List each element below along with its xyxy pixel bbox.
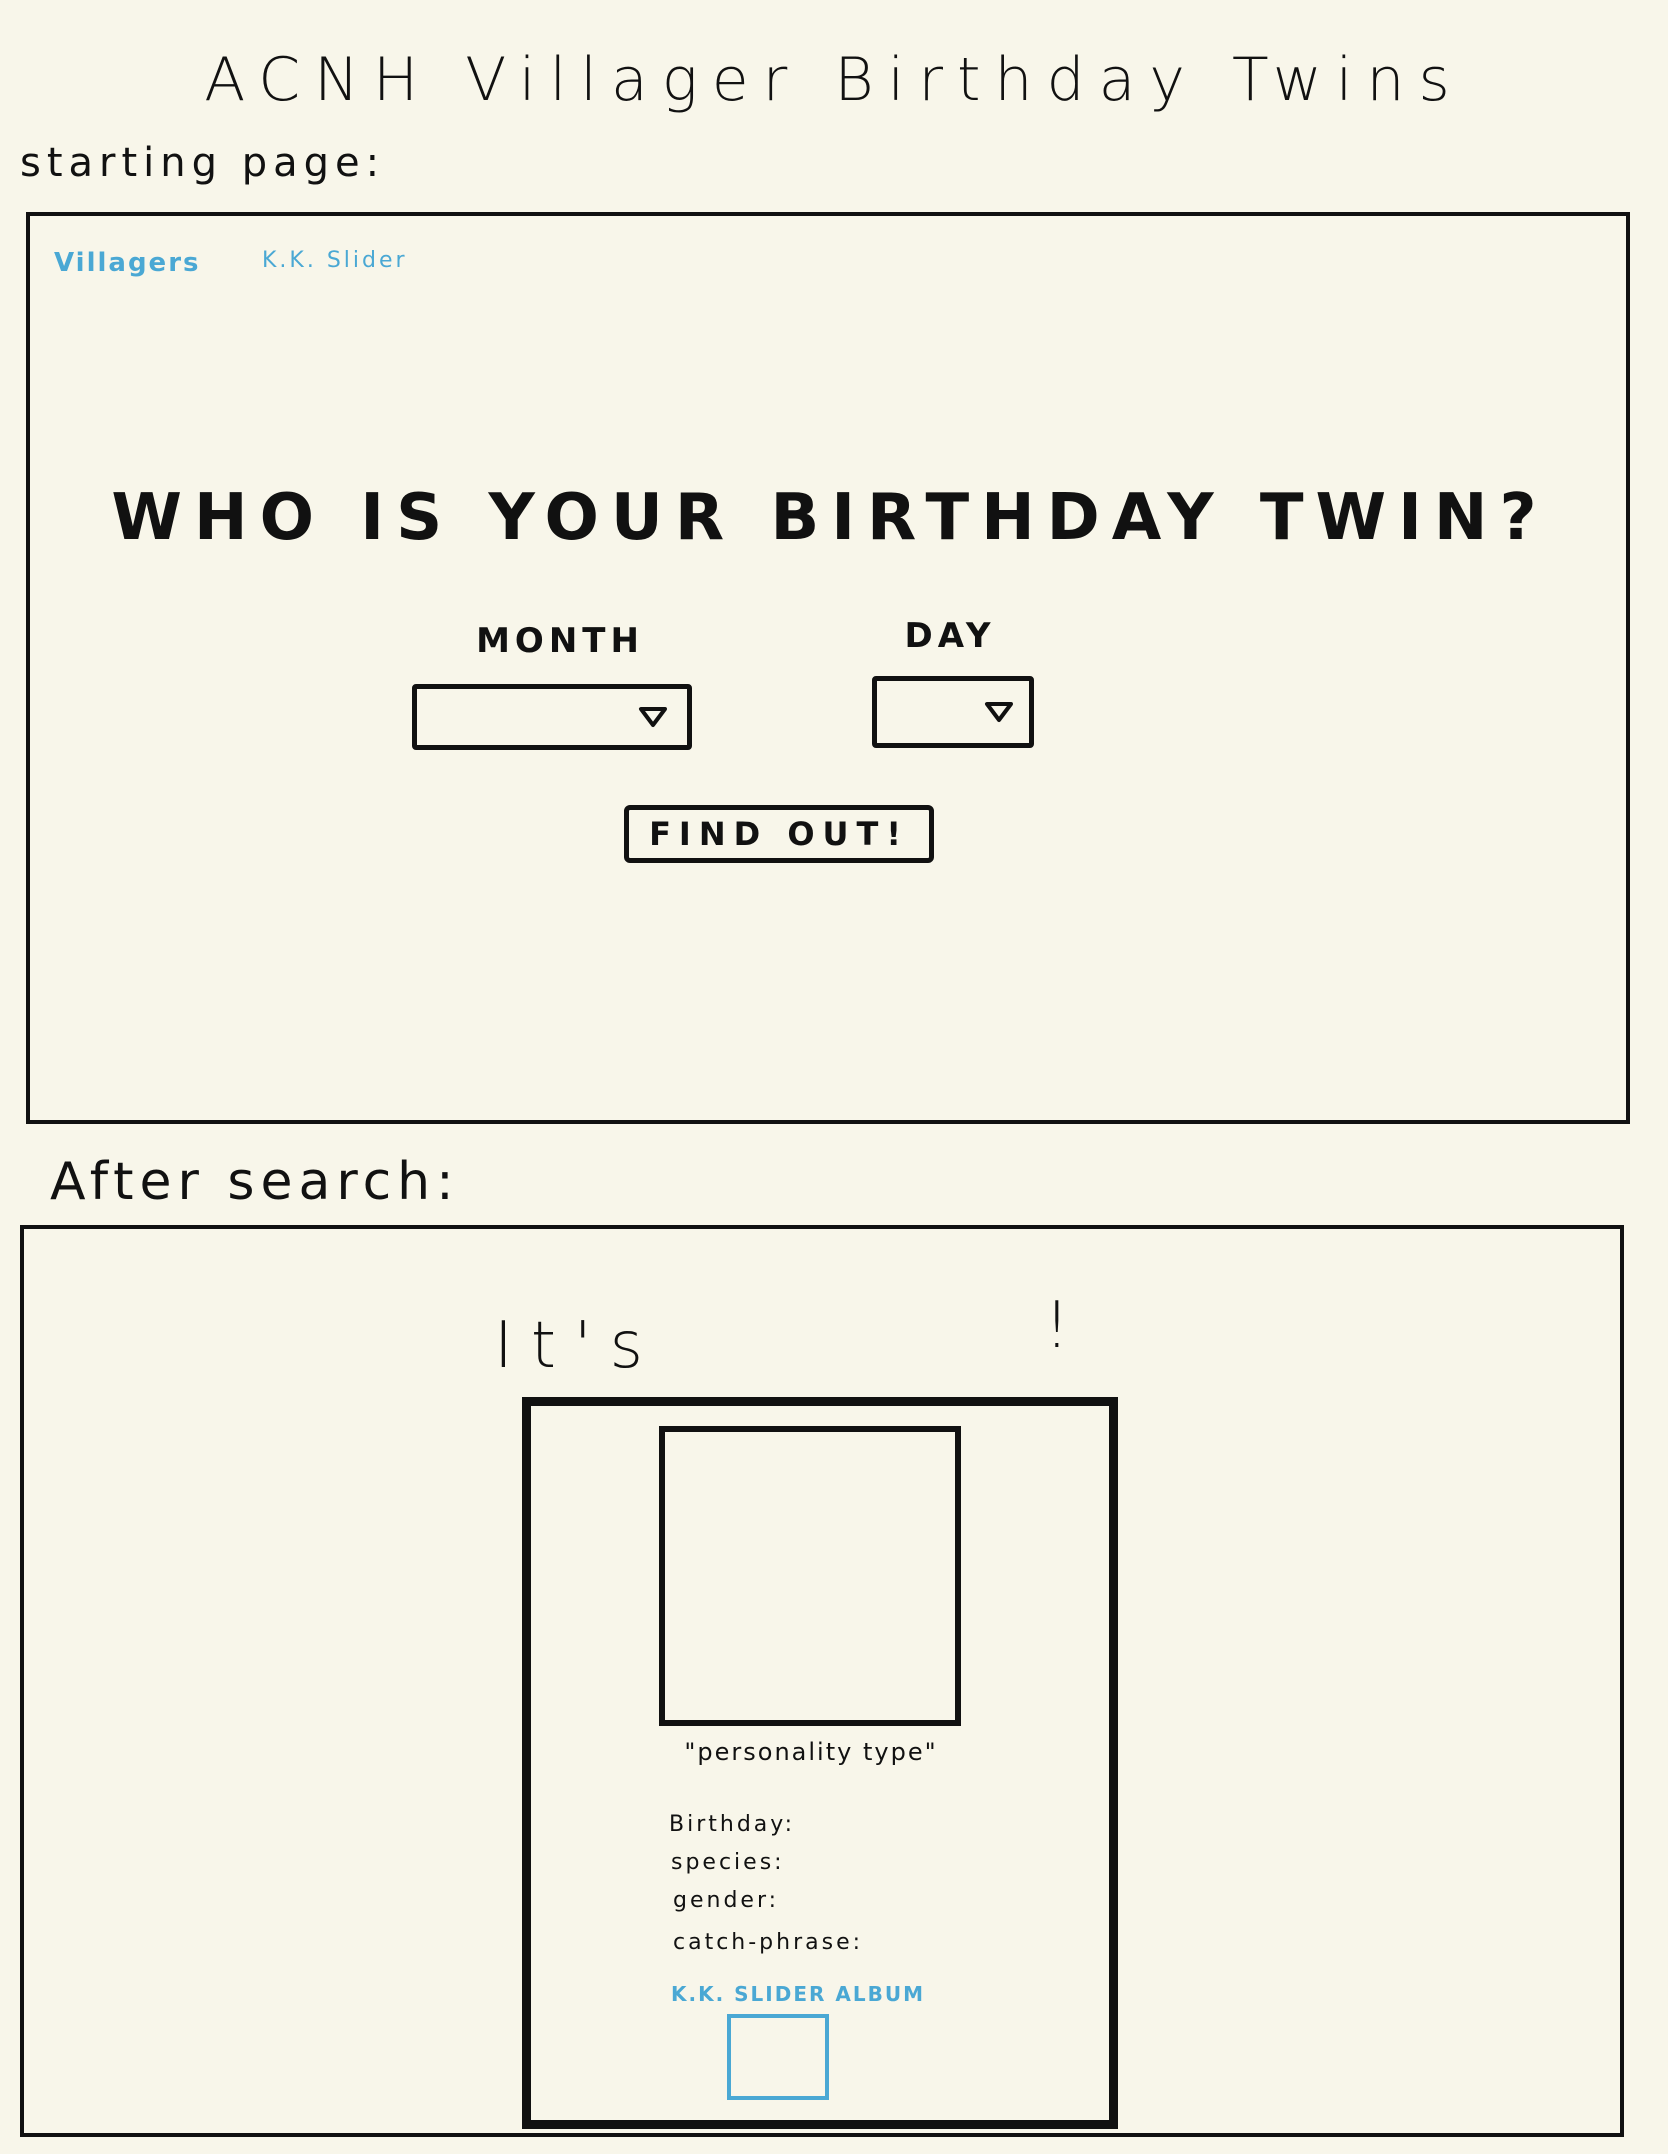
catchphrase-label: catch-phrase: — [673, 1930, 864, 1955]
page-headline: WHO IS YOUR BIRTHDAY TWIN? — [111, 481, 1549, 555]
kk-slider-album-link[interactable]: K.K. SLIDER ALBUM — [671, 1982, 925, 2006]
after-search-label: After search: — [50, 1152, 460, 1212]
villager-photo — [659, 1426, 961, 1726]
species-label: species: — [671, 1850, 785, 1875]
after-search-frame: It's ! "personality type" Birthday: spec… — [20, 1225, 1624, 2137]
birthday-label: Birthday: — [669, 1812, 796, 1837]
document-title: ACNH Villager Birthday Twins — [204, 45, 1464, 115]
month-label: MONTH — [476, 621, 644, 661]
result-heading-suffix: ! — [1044, 1289, 1070, 1363]
result-heading-prefix: It's — [494, 1309, 661, 1383]
month-select[interactable] — [412, 684, 692, 750]
day-select[interactable] — [872, 676, 1034, 748]
day-label: DAY — [904, 616, 996, 656]
nav-link-kk-slider[interactable]: K.K. Slider — [262, 248, 408, 273]
starting-page-frame: Villagers K.K. Slider WHO IS YOUR BIRTHD… — [26, 212, 1630, 1124]
album-cover — [727, 2014, 829, 2100]
find-out-button[interactable]: FIND OUT! — [624, 805, 934, 863]
starting-page-label: starting page: — [20, 140, 386, 186]
nav-link-villagers[interactable]: Villagers — [54, 248, 201, 278]
gender-label: gender: — [673, 1888, 780, 1913]
personality-type: "personality type" — [684, 1738, 938, 1766]
villager-card: "personality type" Birthday: species: ge… — [522, 1397, 1118, 2129]
